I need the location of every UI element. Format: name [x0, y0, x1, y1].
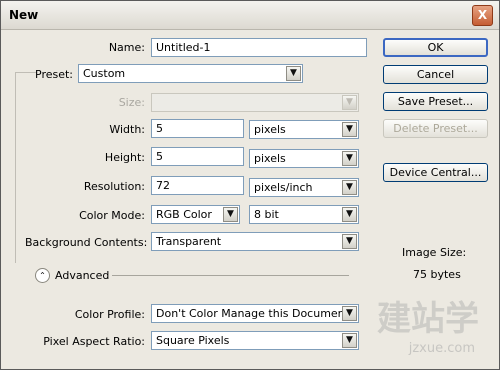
background-contents-value: Transparent: [156, 235, 222, 248]
device-central-button[interactable]: Device Central...: [383, 163, 488, 182]
close-icon[interactable]: X: [472, 5, 493, 26]
pixel-aspect-ratio-select[interactable]: Square Pixels ▼: [151, 331, 359, 350]
size-label: Size:: [118, 96, 145, 109]
width-label: Width:: [109, 123, 145, 136]
name-label: Name:: [108, 41, 145, 54]
save-preset-button[interactable]: Save Preset...: [383, 92, 488, 111]
resolution-unit-select[interactable]: pixels/inch ▼: [249, 178, 359, 197]
height-unit-select[interactable]: pixels ▼: [249, 149, 359, 168]
size-select: ▼: [151, 93, 359, 112]
color-mode-value: RGB Color: [156, 208, 212, 221]
chevron-down-icon: ▼: [342, 333, 357, 348]
color-profile-label: Color Profile:: [74, 308, 145, 321]
width-unit-select[interactable]: pixels ▼: [249, 120, 359, 139]
color-mode-label: Color Mode:: [79, 209, 145, 222]
color-profile-select[interactable]: Don't Color Manage this Document ▼: [151, 304, 359, 323]
advanced-label[interactable]: Advanced: [55, 269, 109, 282]
width-unit-value: pixels: [254, 123, 286, 136]
chevron-down-icon: ▼: [342, 122, 357, 137]
height-unit-value: pixels: [254, 152, 286, 165]
width-field[interactable]: 5: [151, 119, 244, 138]
chevron-down-icon: ▼: [342, 306, 357, 321]
chevron-down-icon: ▼: [223, 207, 238, 222]
height-field[interactable]: 5: [151, 147, 244, 166]
title-bar: New X: [1, 1, 499, 30]
preset-select[interactable]: Custom ▼: [78, 64, 303, 83]
name-field[interactable]: Untitled-1: [151, 38, 367, 57]
bit-depth-value: 8 bit: [254, 208, 279, 221]
pixel-aspect-ratio-label: Pixel Aspect Ratio:: [43, 335, 145, 348]
dialog-title: New: [9, 8, 39, 22]
delete-preset-button: Delete Preset...: [383, 119, 488, 138]
resolution-label: Resolution:: [83, 180, 145, 193]
height-label: Height:: [104, 151, 145, 164]
cancel-button[interactable]: Cancel: [383, 65, 488, 84]
new-document-dialog: New X Name: Untitled-1 Preset: Custom ▼ …: [0, 0, 500, 370]
chevron-down-icon: ▼: [342, 180, 357, 195]
preset-label: Preset:: [35, 68, 74, 81]
chevron-down-icon: ▼: [286, 66, 301, 81]
color-mode-select[interactable]: RGB Color ▼: [151, 205, 240, 224]
resolution-unit-value: pixels/inch: [254, 181, 313, 194]
preset-value: Custom: [83, 67, 126, 80]
chevron-down-icon: ▼: [342, 95, 357, 110]
ok-button[interactable]: OK: [383, 38, 488, 57]
image-size-label: Image Size:: [402, 246, 467, 259]
background-contents-label: Background Contents:: [25, 236, 148, 249]
double-chevron-up-icon[interactable]: ⌃: [35, 268, 50, 283]
image-size-value: 75 bytes: [413, 268, 461, 281]
resolution-field[interactable]: 72: [151, 176, 244, 195]
advanced-separator: [112, 275, 349, 276]
pixel-aspect-ratio-value: Square Pixels: [156, 334, 230, 347]
background-contents-select[interactable]: Transparent ▼: [151, 232, 359, 251]
chevron-down-icon: ▼: [342, 151, 357, 166]
chevron-down-icon: ▼: [342, 234, 357, 249]
color-profile-value: Don't Color Manage this Document: [156, 307, 349, 320]
preset-group-border: [15, 72, 36, 263]
watermark-logo: 建站学: [377, 299, 479, 339]
chevron-down-icon: ▼: [342, 207, 357, 222]
bit-depth-select[interactable]: 8 bit ▼: [249, 205, 359, 224]
watermark-url: jzxue.com: [408, 341, 475, 356]
